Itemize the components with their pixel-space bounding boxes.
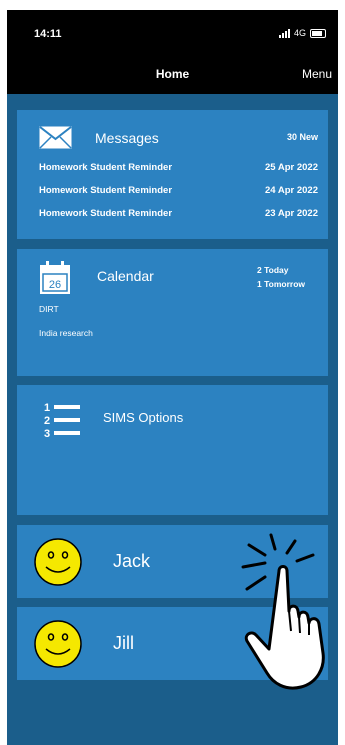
menu-button[interactable]: Menu: [302, 67, 332, 81]
calendar-today-count: 2 Today: [257, 265, 289, 275]
smiley-icon: [34, 620, 82, 668]
calendar-summary: 2 Today 1 Tomorrow: [257, 263, 305, 291]
calendar-event: India research: [39, 328, 93, 338]
numbered-list-icon: 1 2 3: [44, 402, 80, 440]
calendar-icon: 26: [40, 261, 70, 294]
status-bar: 14:11 4G: [7, 10, 338, 56]
smiley-icon: [34, 538, 82, 586]
message-row[interactable]: Homework Student Reminder 25 Apr 2022: [39, 162, 318, 173]
messages-card[interactable]: Messages 30 New Homework Student Reminde…: [17, 110, 328, 239]
message-date: 23 Apr 2022: [265, 208, 318, 219]
envelope-icon: [39, 126, 72, 149]
messages-title: Messages: [95, 130, 159, 146]
page-title: Home: [155, 67, 190, 81]
calendar-icon-day: 26: [49, 279, 61, 291]
message-subject: Homework Student Reminder: [39, 208, 173, 219]
calendar-tomorrow-count: 1 Tomorrow: [257, 279, 306, 289]
message-row[interactable]: Homework Student Reminder 24 Apr 2022: [39, 185, 318, 196]
svg-text:2: 2: [44, 415, 50, 427]
network-type: 4G: [293, 28, 306, 38]
message-subject: Homework Student Reminder: [39, 185, 173, 196]
status-indicators: 4G: [278, 28, 326, 38]
message-subject: Homework Student Reminder: [39, 162, 173, 173]
navigation-bar: Home Menu: [7, 56, 338, 94]
person-name: Jill: [113, 633, 134, 653]
svg-text:3: 3: [44, 428, 50, 440]
tap-hand-icon: [241, 533, 325, 690]
calendar-event: DIRT: [39, 304, 59, 314]
sims-options-card[interactable]: 1 2 3 SIMS Options: [17, 385, 328, 515]
messages-new-count: 30 New: [286, 132, 318, 142]
svg-text:1: 1: [44, 402, 50, 414]
message-row[interactable]: Homework Student Reminder 23 Apr 2022: [39, 208, 318, 219]
message-date: 25 Apr 2022: [265, 162, 318, 173]
signal-icon: [278, 28, 290, 38]
sims-options-title: SIMS Options: [103, 410, 184, 425]
message-date: 24 Apr 2022: [265, 185, 318, 196]
calendar-card[interactable]: 26 Calendar 2 Today 1 Tomorrow DIRT Indi…: [17, 249, 328, 376]
battery-icon: [310, 28, 326, 38]
status-time: 14:11: [34, 28, 62, 40]
calendar-title: Calendar: [97, 268, 154, 284]
person-name: Jack: [113, 551, 151, 571]
